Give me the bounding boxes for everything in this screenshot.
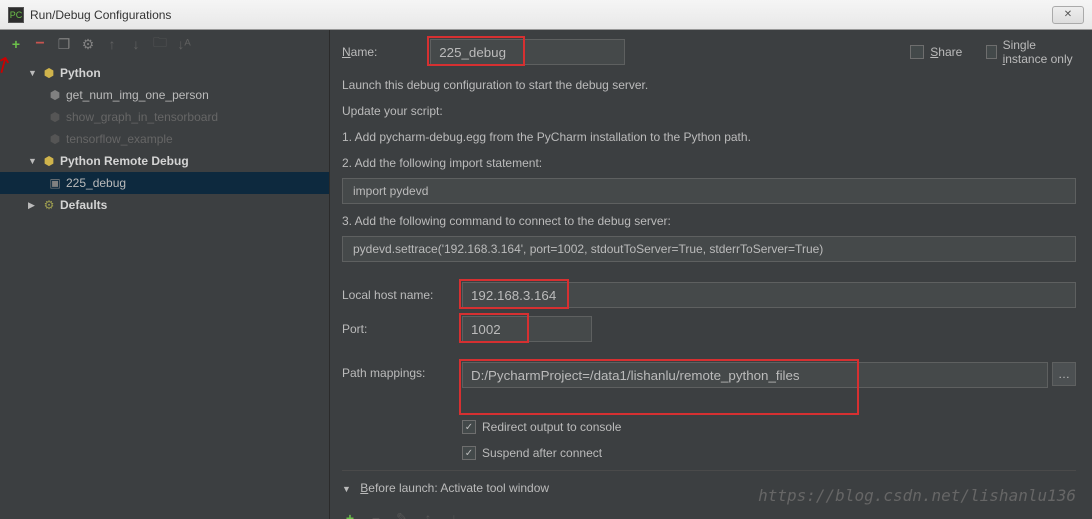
suspend-checkbox[interactable]: ✓ (462, 446, 476, 460)
tree-item-selected[interactable]: ▣ 225_debug (0, 172, 329, 194)
port-label: Port: (342, 322, 462, 336)
suspend-row: ✓ Suspend after connect (462, 446, 1076, 460)
redirect-checkbox[interactable]: ✓ (462, 420, 476, 434)
remove-icon[interactable]: − (368, 510, 384, 519)
single-instance-label: Single instance only (1003, 38, 1076, 66)
redirect-row: ✓ Redirect output to console (462, 420, 1076, 434)
path-row: Path mappings: … (342, 362, 1076, 388)
name-row: Name: Share Single instance only (342, 38, 1076, 66)
tree-item[interactable]: ⬢ tensorflow_example (0, 128, 329, 150)
before-launch-header[interactable]: ▼ Before launch: Activate tool window (342, 477, 1076, 500)
run-config-icon: ▣ (46, 176, 64, 190)
add-icon[interactable]: + (342, 510, 358, 519)
tree-item-label: show_graph_in_tensorboard (66, 110, 218, 124)
tree-group-label: Python (60, 66, 101, 80)
run-config-icon: ⬢ (46, 132, 64, 146)
gear-icon: ⚙ (40, 198, 58, 212)
info-text: 1. Add pycharm-debug.egg from the PyChar… (342, 126, 1076, 148)
host-row: Local host name: (342, 282, 1076, 308)
info-text: Update your script: (342, 100, 1076, 122)
chevron-down-icon: ▼ (342, 484, 351, 494)
browse-button[interactable]: … (1052, 362, 1076, 386)
move-down-icon[interactable]: ↓ (446, 510, 462, 519)
redirect-label: Redirect output to console (482, 420, 621, 434)
main: ↗ + − ❐ ⚙ ↑ ↓ 🗀 ↓ᴬ ▼ ⬢ Python ⬢ get_num_… (0, 30, 1092, 519)
before-launch-toolbar: + − ✎ ↑ ↓ (342, 504, 1076, 519)
host-label: Local host name: (342, 288, 462, 302)
path-input[interactable] (462, 362, 1048, 388)
info-text: Launch this debug configuration to start… (342, 74, 1076, 96)
sort-icon[interactable]: ↓ᴬ (176, 36, 192, 52)
move-down-icon[interactable]: ↓ (128, 36, 144, 52)
suspend-label: Suspend after connect (482, 446, 602, 460)
copy-icon[interactable]: ❐ (56, 36, 72, 52)
single-instance-checkbox[interactable] (986, 45, 996, 59)
tree-group-remote-debug[interactable]: ▼ ⬢ Python Remote Debug (0, 150, 329, 172)
info-text: 2. Add the following import statement: (342, 152, 1076, 174)
tree-group-label: Defaults (60, 198, 107, 212)
chevron-down-icon: ▼ (28, 156, 40, 166)
close-button[interactable]: ✕ (1052, 6, 1084, 24)
name-input[interactable] (430, 39, 625, 65)
remove-icon[interactable]: − (32, 36, 48, 52)
chevron-down-icon: ▼ (28, 68, 40, 78)
port-input[interactable] (462, 316, 592, 342)
tree-group-python[interactable]: ▼ ⬢ Python (0, 62, 329, 84)
share-label: Share (930, 45, 962, 59)
info-text: 3. Add the following command to connect … (342, 210, 1076, 232)
python-icon: ⬢ (40, 154, 58, 168)
share-checkbox[interactable] (910, 45, 924, 59)
sidebar: ↗ + − ❐ ⚙ ↑ ↓ 🗀 ↓ᴬ ▼ ⬢ Python ⬢ get_num_… (0, 30, 330, 519)
tree-group-label: Python Remote Debug (60, 154, 189, 168)
port-row: Port: (342, 316, 1076, 342)
tree-item-label: 225_debug (66, 176, 126, 190)
host-input[interactable] (462, 282, 1076, 308)
tree-group-defaults[interactable]: ▶ ⚙ Defaults (0, 194, 329, 216)
separator (342, 470, 1076, 471)
code-import: import pydevd (342, 178, 1076, 204)
config-tree: ▼ ⬢ Python ⬢ get_num_img_one_person ⬢ sh… (0, 58, 329, 519)
name-label: Name: (342, 45, 430, 59)
tree-item[interactable]: ⬢ get_num_img_one_person (0, 84, 329, 106)
run-config-icon: ⬢ (46, 110, 64, 124)
move-up-icon[interactable]: ↑ (104, 36, 120, 52)
app-icon: PC (8, 7, 24, 23)
folder-icon[interactable]: 🗀 (152, 36, 168, 52)
python-icon: ⬢ (40, 66, 58, 80)
tree-item-label: get_num_img_one_person (66, 88, 209, 102)
sidebar-toolbar: ↗ + − ❐ ⚙ ↑ ↓ 🗀 ↓ᴬ (0, 30, 329, 58)
add-icon[interactable]: + (8, 36, 24, 52)
tree-item[interactable]: ⬢ show_graph_in_tensorboard (0, 106, 329, 128)
run-config-icon: ⬢ (46, 88, 64, 102)
code-settrace: pydevd.settrace('192.168.3.164', port=10… (342, 236, 1076, 262)
move-up-icon[interactable]: ↑ (420, 510, 436, 519)
edit-icon[interactable]: ✎ (394, 510, 410, 519)
window-title: Run/Debug Configurations (30, 8, 171, 22)
titlebar: PC Run/Debug Configurations ✕ (0, 0, 1092, 30)
path-label: Path mappings: (342, 362, 462, 380)
tree-item-label: tensorflow_example (66, 132, 173, 146)
content-panel: Name: Share Single instance only Launch … (330, 30, 1092, 519)
chevron-right-icon: ▶ (28, 200, 40, 211)
settings-icon[interactable]: ⚙ (80, 36, 96, 52)
